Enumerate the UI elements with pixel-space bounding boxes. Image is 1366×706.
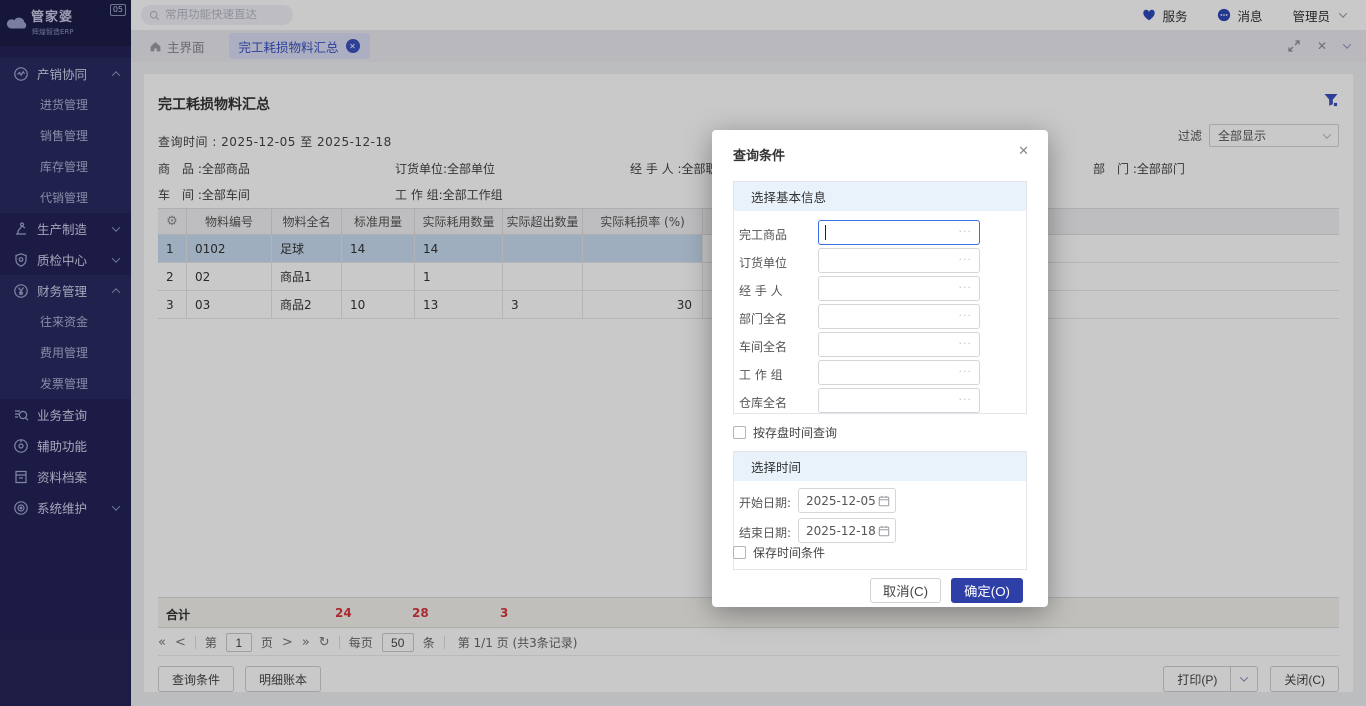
warehouse-input[interactable]: ··· bbox=[818, 388, 980, 413]
ellipsis-picker-icon[interactable]: ··· bbox=[959, 337, 973, 350]
modal-overlay bbox=[0, 0, 1366, 706]
text-cursor bbox=[825, 225, 826, 240]
ok-button[interactable]: 确定(O) bbox=[951, 578, 1023, 603]
end-date-picker[interactable]: 2025-12-18 bbox=[798, 518, 896, 543]
cancel-button[interactable]: 取消(C) bbox=[869, 578, 942, 603]
storage-time-checkbox[interactable]: 按存盘时间查询 bbox=[733, 424, 837, 441]
dialog-title: 查询条件 bbox=[733, 149, 786, 164]
ordering-unit-input[interactable]: ··· bbox=[818, 248, 980, 273]
app-root: 管家婆 辉煌智造ERP 05 产销协同 进货管理 销售管理 库存管理 代销管理 … bbox=[0, 0, 1366, 706]
ellipsis-picker-icon[interactable]: ··· bbox=[959, 393, 973, 406]
workgroup-input[interactable]: ··· bbox=[818, 360, 980, 385]
save-time-checkbox[interactable]: 保存时间条件 bbox=[733, 544, 825, 561]
checkbox-icon[interactable] bbox=[733, 546, 746, 559]
close-icon[interactable]: ✕ bbox=[1014, 142, 1033, 161]
section-title: 选择基本信息 bbox=[734, 182, 1026, 211]
calendar-icon bbox=[878, 525, 890, 536]
ellipsis-picker-icon[interactable]: ··· bbox=[959, 253, 973, 266]
ellipsis-picker-icon[interactable]: ··· bbox=[959, 309, 973, 322]
department-input[interactable]: ··· bbox=[818, 304, 980, 329]
section-title: 选择时间 bbox=[734, 452, 1026, 481]
ellipsis-picker-icon[interactable]: ··· bbox=[959, 225, 973, 238]
ellipsis-picker-icon[interactable]: ··· bbox=[959, 281, 973, 294]
calendar-icon bbox=[878, 495, 890, 506]
workshop-input[interactable]: ··· bbox=[818, 332, 980, 357]
basic-info-section: 选择基本信息 完工商品 ··· 订货单位 ··· 经 手 人 ··· 部门全名 … bbox=[733, 181, 1027, 414]
query-conditions-dialog: 查询条件 ✕ 选择基本信息 完工商品 ··· 订货单位 ··· 经 手 人 ··… bbox=[712, 130, 1048, 607]
handler-input[interactable]: ··· bbox=[818, 276, 980, 301]
ellipsis-picker-icon[interactable]: ··· bbox=[959, 365, 973, 378]
finished-goods-input[interactable]: ··· bbox=[818, 220, 980, 245]
checkbox-icon[interactable] bbox=[733, 426, 746, 439]
start-date-picker[interactable]: 2025-12-05 bbox=[798, 488, 896, 513]
